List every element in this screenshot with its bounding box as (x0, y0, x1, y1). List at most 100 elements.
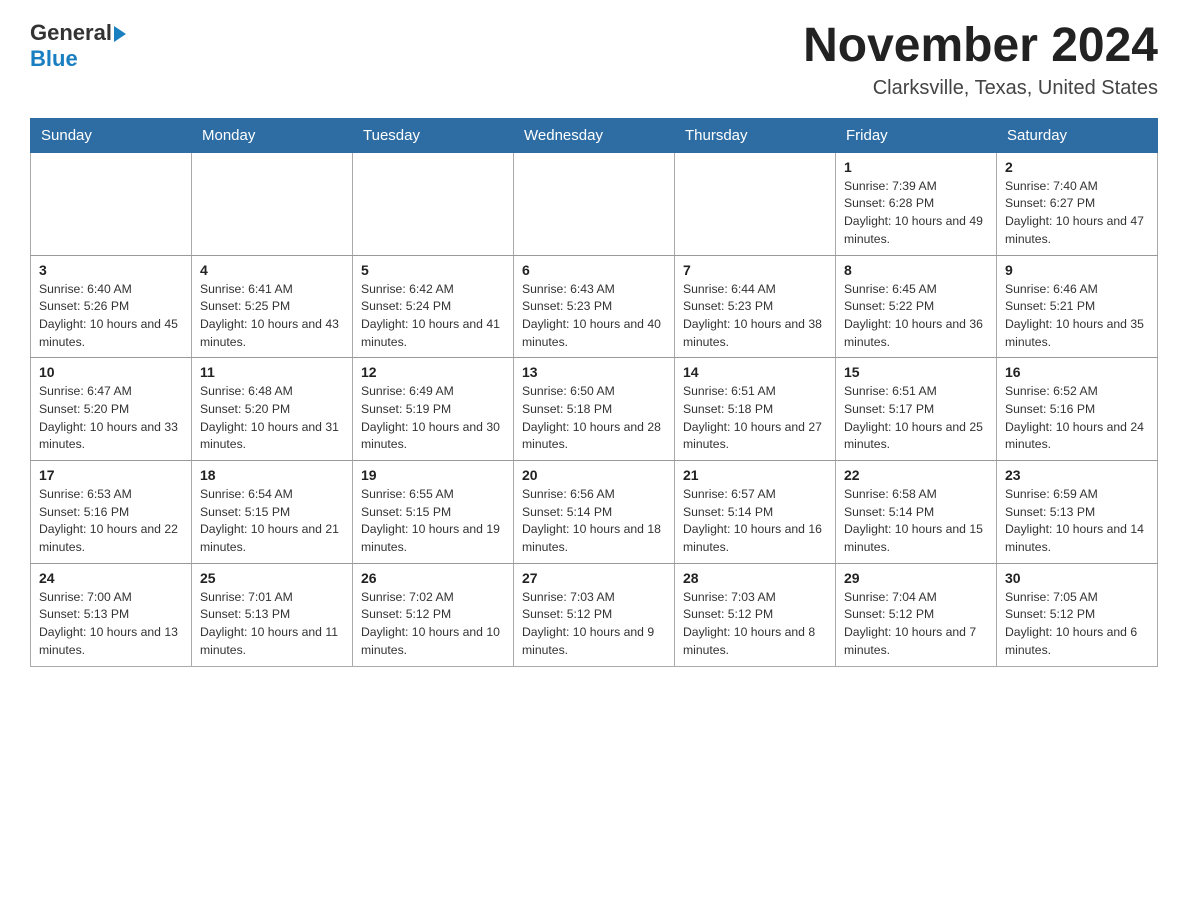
calendar-cell: 11 Sunrise: 6:48 AM Sunset: 5:20 PM Dayli… (192, 358, 353, 461)
day-info: Sunrise: 6:43 AM Sunset: 5:23 PM Dayligh… (522, 281, 666, 352)
day-info: Sunrise: 6:57 AM Sunset: 5:14 PM Dayligh… (683, 486, 827, 557)
day-info: Sunrise: 7:04 AM Sunset: 5:12 PM Dayligh… (844, 589, 988, 660)
day-number: 24 (39, 570, 183, 586)
day-number: 10 (39, 364, 183, 380)
day-info: Sunrise: 6:50 AM Sunset: 5:18 PM Dayligh… (522, 383, 666, 454)
week-row-1: 3 Sunrise: 6:40 AM Sunset: 5:26 PM Daylig… (31, 255, 1158, 358)
day-number: 5 (361, 262, 505, 278)
day-info: Sunrise: 7:01 AM Sunset: 5:13 PM Dayligh… (200, 589, 344, 660)
day-info: Sunrise: 6:54 AM Sunset: 5:15 PM Dayligh… (200, 486, 344, 557)
day-number: 3 (39, 262, 183, 278)
calendar-cell: 9 Sunrise: 6:46 AM Sunset: 5:21 PM Daylig… (997, 255, 1158, 358)
calendar-cell: 12Sunrise: 6:49 AM Sunset: 5:19 PM Dayli… (353, 358, 514, 461)
day-info: Sunrise: 7:02 AM Sunset: 5:12 PM Dayligh… (361, 589, 505, 660)
calendar-table: SundayMondayTuesdayWednesdayThursdayFrid… (30, 118, 1158, 667)
day-number: 6 (522, 262, 666, 278)
day-info: Sunrise: 6:47 AM Sunset: 5:20 PM Dayligh… (39, 383, 183, 454)
calendar-cell (675, 152, 836, 255)
day-number: 13 (522, 364, 666, 380)
week-row-3: 17 Sunrise: 6:53 AM Sunset: 5:16 PM Dayli… (31, 461, 1158, 564)
calendar-cell: 19Sunrise: 6:55 AM Sunset: 5:15 PM Dayli… (353, 461, 514, 564)
day-info: Sunrise: 6:40 AM Sunset: 5:26 PM Dayligh… (39, 281, 183, 352)
calendar-cell: 2 Sunrise: 7:40 AM Sunset: 6:27 PM Daylig… (997, 152, 1158, 255)
day-info: Sunrise: 7:03 AM Sunset: 5:12 PM Dayligh… (683, 589, 827, 660)
day-info: Sunrise: 6:48 AM Sunset: 5:20 PM Dayligh… (200, 383, 344, 454)
weekday-header-tuesday: Tuesday (353, 118, 514, 152)
calendar-cell: 22 Sunrise: 6:58 AM Sunset: 5:14 PM Dayli… (836, 461, 997, 564)
calendar-cell (514, 152, 675, 255)
calendar-cell: 24 Sunrise: 7:00 AM Sunset: 5:13 PM Dayli… (31, 563, 192, 666)
day-info: Sunrise: 6:59 AM Sunset: 5:13 PM Dayligh… (1005, 486, 1149, 557)
day-info: Sunrise: 6:45 AM Sunset: 5:22 PM Dayligh… (844, 281, 988, 352)
day-info: Sunrise: 6:53 AM Sunset: 5:16 PM Dayligh… (39, 486, 183, 557)
calendar-cell: 20 Sunrise: 6:56 AM Sunset: 5:14 PM Dayli… (514, 461, 675, 564)
day-number: 21 (683, 467, 827, 483)
weekday-header-sunday: Sunday (31, 118, 192, 152)
calendar-cell: 3 Sunrise: 6:40 AM Sunset: 5:26 PM Daylig… (31, 255, 192, 358)
calendar-cell: 7 Sunrise: 6:44 AM Sunset: 5:23 PM Daylig… (675, 255, 836, 358)
day-number: 26 (361, 570, 505, 586)
logo-arrow-icon (114, 26, 126, 42)
weekday-header-saturday: Saturday (997, 118, 1158, 152)
calendar-cell: 18 Sunrise: 6:54 AM Sunset: 5:15 PM Dayli… (192, 461, 353, 564)
day-info: Sunrise: 6:42 AM Sunset: 5:24 PM Dayligh… (361, 281, 505, 352)
day-info: Sunrise: 6:41 AM Sunset: 5:25 PM Dayligh… (200, 281, 344, 352)
day-number: 18 (200, 467, 344, 483)
day-number: 9 (1005, 262, 1149, 278)
day-number: 28 (683, 570, 827, 586)
day-number: 20 (522, 467, 666, 483)
day-number: 7 (683, 262, 827, 278)
calendar-cell (31, 152, 192, 255)
day-number: 22 (844, 467, 988, 483)
week-row-4: 24 Sunrise: 7:00 AM Sunset: 5:13 PM Dayli… (31, 563, 1158, 666)
day-number: 11 (200, 364, 344, 380)
day-info: Sunrise: 6:51 AM Sunset: 5:17 PM Dayligh… (844, 383, 988, 454)
week-row-0: 1Sunrise: 7:39 AM Sunset: 6:28 PM Daylig… (31, 152, 1158, 255)
calendar-cell: 15Sunrise: 6:51 AM Sunset: 5:17 PM Dayli… (836, 358, 997, 461)
calendar-cell: 16Sunrise: 6:52 AM Sunset: 5:16 PM Dayli… (997, 358, 1158, 461)
day-info: Sunrise: 6:51 AM Sunset: 5:18 PM Dayligh… (683, 383, 827, 454)
day-info: Sunrise: 7:40 AM Sunset: 6:27 PM Dayligh… (1005, 178, 1149, 249)
calendar-cell: 8Sunrise: 6:45 AM Sunset: 5:22 PM Daylig… (836, 255, 997, 358)
calendar-cell: 23Sunrise: 6:59 AM Sunset: 5:13 PM Dayli… (997, 461, 1158, 564)
logo-blue-text: Blue (30, 46, 78, 72)
day-info: Sunrise: 6:58 AM Sunset: 5:14 PM Dayligh… (844, 486, 988, 557)
calendar-cell: 17 Sunrise: 6:53 AM Sunset: 5:16 PM Dayli… (31, 461, 192, 564)
day-info: Sunrise: 7:00 AM Sunset: 5:13 PM Dayligh… (39, 589, 183, 660)
calendar-cell: 27Sunrise: 7:03 AM Sunset: 5:12 PM Dayli… (514, 563, 675, 666)
day-number: 25 (200, 570, 344, 586)
day-info: Sunrise: 7:03 AM Sunset: 5:12 PM Dayligh… (522, 589, 666, 660)
calendar-cell: 4Sunrise: 6:41 AM Sunset: 5:25 PM Daylig… (192, 255, 353, 358)
calendar-title-area: November 2024 Clarksville, Texas, United… (803, 20, 1158, 100)
calendar-cell: 5 Sunrise: 6:42 AM Sunset: 5:24 PM Daylig… (353, 255, 514, 358)
page-header: General Blue November 2024 Clarksville, … (30, 20, 1158, 100)
day-number: 16 (1005, 364, 1149, 380)
calendar-cell: 21 Sunrise: 6:57 AM Sunset: 5:14 PM Dayli… (675, 461, 836, 564)
calendar-cell: 10 Sunrise: 6:47 AM Sunset: 5:20 PM Dayli… (31, 358, 192, 461)
weekday-header-wednesday: Wednesday (514, 118, 675, 152)
calendar-cell: 13 Sunrise: 6:50 AM Sunset: 5:18 PM Dayli… (514, 358, 675, 461)
calendar-cell: 25 Sunrise: 7:01 AM Sunset: 5:13 PM Dayli… (192, 563, 353, 666)
day-info: Sunrise: 6:56 AM Sunset: 5:14 PM Dayligh… (522, 486, 666, 557)
calendar-cell: 6 Sunrise: 6:43 AM Sunset: 5:23 PM Daylig… (514, 255, 675, 358)
weekday-header-friday: Friday (836, 118, 997, 152)
location-text: Clarksville, Texas, United States (803, 77, 1158, 100)
day-number: 17 (39, 467, 183, 483)
day-info: Sunrise: 6:55 AM Sunset: 5:15 PM Dayligh… (361, 486, 505, 557)
day-info: Sunrise: 6:46 AM Sunset: 5:21 PM Dayligh… (1005, 281, 1149, 352)
day-number: 2 (1005, 159, 1149, 175)
calendar-cell: 1Sunrise: 7:39 AM Sunset: 6:28 PM Daylig… (836, 152, 997, 255)
calendar-cell: 29 Sunrise: 7:04 AM Sunset: 5:12 PM Dayli… (836, 563, 997, 666)
day-number: 14 (683, 364, 827, 380)
calendar-cell: 30Sunrise: 7:05 AM Sunset: 5:12 PM Dayli… (997, 563, 1158, 666)
calendar-cell: 26 Sunrise: 7:02 AM Sunset: 5:12 PM Dayli… (353, 563, 514, 666)
logo: General Blue (30, 20, 126, 72)
weekday-header-thursday: Thursday (675, 118, 836, 152)
logo-general-text: General (30, 20, 112, 46)
month-title: November 2024 (803, 20, 1158, 73)
day-info: Sunrise: 6:44 AM Sunset: 5:23 PM Dayligh… (683, 281, 827, 352)
day-number: 29 (844, 570, 988, 586)
weekday-header-row: SundayMondayTuesdayWednesdayThursdayFrid… (31, 118, 1158, 152)
calendar-cell (353, 152, 514, 255)
weekday-header-monday: Monday (192, 118, 353, 152)
